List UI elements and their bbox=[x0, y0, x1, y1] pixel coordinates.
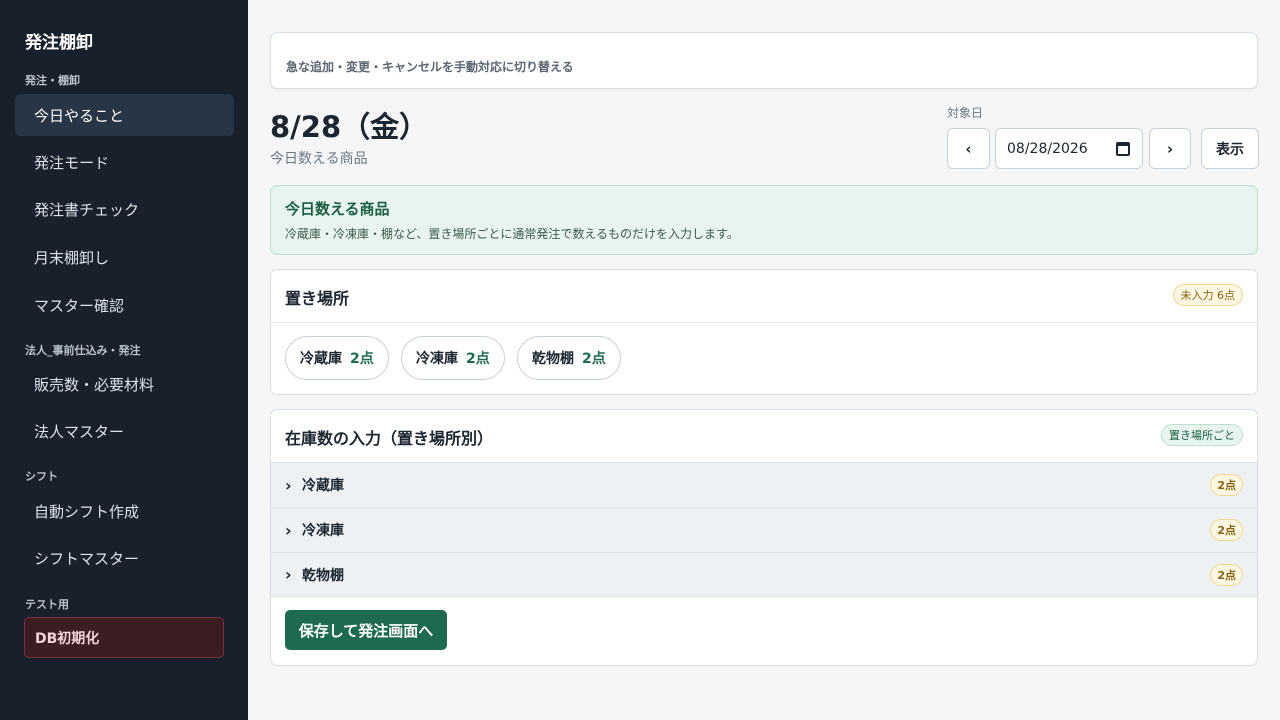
page-subtitle: 今日数える商品 bbox=[270, 151, 368, 167]
info-callout: 今日数える商品 冷蔵庫・冷凍庫・棚など、置き場所ごとに通常発注で数えるものだけを… bbox=[270, 185, 1258, 255]
section-label-corporate: 法人_事前仕込み・発注 bbox=[25, 344, 141, 357]
location-chip-fridge[interactable]: 冷蔵庫 2点 bbox=[285, 336, 389, 380]
app-brand: 発注棚卸 bbox=[25, 33, 93, 53]
manual-handling-notice[interactable]: 急な追加・変更・キャンセルを手動対応に切り替える bbox=[270, 32, 1258, 89]
location-chip-dry-shelf[interactable]: 乾物棚 2点 bbox=[517, 336, 621, 380]
accordion-count-badge: 2点 bbox=[1210, 474, 1243, 496]
accordion-label: 冷蔵庫 bbox=[302, 478, 344, 494]
accordion-row-fridge[interactable]: › 冷蔵庫 2点 bbox=[271, 462, 1257, 507]
target-date-input[interactable]: 08/28/2026 bbox=[995, 128, 1143, 169]
sidebar: 発注棚卸 発注・棚卸 今日やること 発注モード 発注書チェック 月末棚卸し マス… bbox=[0, 0, 248, 720]
info-title: 今日数える商品 bbox=[285, 200, 390, 218]
sidebar-item-order-check[interactable]: 発注書チェック bbox=[15, 188, 234, 230]
accordion-count-badge: 2点 bbox=[1210, 519, 1243, 541]
date-value: 08/28/2026 bbox=[1007, 140, 1088, 157]
sidebar-item-month-end-inventory[interactable]: 月末棚卸し bbox=[15, 236, 234, 278]
save-and-go-order-button[interactable]: 保存して発注画面へ bbox=[285, 610, 447, 650]
calendar-icon[interactable] bbox=[1116, 142, 1130, 156]
sidebar-item-master-check[interactable]: マスター確認 bbox=[15, 284, 234, 326]
sidebar-item-sales-materials[interactable]: 販売数・必要材料 bbox=[15, 363, 234, 405]
sidebar-item-order-mode[interactable]: 発注モード bbox=[15, 141, 234, 183]
sidebar-item-auto-shift[interactable]: 自動シフト作成 bbox=[15, 490, 234, 532]
accordion-label: 冷凍庫 bbox=[302, 523, 344, 539]
next-date-button[interactable]: › bbox=[1149, 128, 1191, 169]
sidebar-item-shift-master[interactable]: シフトマスター bbox=[15, 537, 234, 579]
uninput-count-badge: 未入力 6点 bbox=[1172, 284, 1243, 306]
accordion-count-badge: 2点 bbox=[1210, 563, 1243, 586]
card-divider bbox=[271, 322, 1257, 323]
chip-name: 乾物棚 bbox=[532, 351, 574, 367]
sidebar-item-today[interactable]: 今日やること bbox=[15, 94, 234, 136]
stock-input-card: 在庫数の入力（置き場所別） 置き場所ごと › 冷蔵庫 2点 › 冷凍庫 2点 ›… bbox=[270, 409, 1258, 666]
locations-title: 置き場所 bbox=[285, 289, 350, 308]
per-location-badge: 置き場所ごと bbox=[1161, 424, 1243, 446]
chip-count: 2点 bbox=[582, 351, 606, 367]
notice-text: 急な追加・変更・キャンセルを手動対応に切り替える bbox=[286, 60, 574, 74]
locations-card: 置き場所 未入力 6点 冷蔵庫 2点 冷凍庫 2点 乾物棚 2点 bbox=[270, 269, 1258, 395]
page-title: 8/28（金） bbox=[270, 110, 429, 144]
chevron-right-icon: › bbox=[285, 475, 292, 495]
db-reset-button[interactable]: DB初期化 bbox=[24, 617, 224, 658]
section-label-ordering: 発注・棚卸 bbox=[25, 74, 80, 87]
show-button[interactable]: 表示 bbox=[1201, 128, 1259, 169]
accordion-row-freezer[interactable]: › 冷凍庫 2点 bbox=[271, 507, 1257, 552]
chip-count: 2点 bbox=[466, 351, 490, 367]
accordion-label: 乾物棚 bbox=[302, 567, 344, 584]
sidebar-item-corporate-master[interactable]: 法人マスター bbox=[15, 410, 234, 452]
section-label-shift: シフト bbox=[25, 470, 58, 483]
chip-name: 冷蔵庫 bbox=[300, 351, 342, 367]
chip-name: 冷凍庫 bbox=[416, 351, 458, 367]
stock-input-title: 在庫数の入力（置き場所別） bbox=[285, 429, 494, 448]
section-label-test: テスト用 bbox=[25, 598, 69, 611]
target-date-label: 対象日 bbox=[947, 106, 984, 120]
accordion-row-dry-shelf[interactable]: › 乾物棚 2点 bbox=[271, 552, 1257, 597]
location-chip-freezer[interactable]: 冷凍庫 2点 bbox=[401, 336, 505, 380]
chip-count: 2点 bbox=[350, 351, 374, 367]
chevron-right-icon: › bbox=[285, 565, 292, 584]
main-content: 急な追加・変更・キャンセルを手動対応に切り替える 8/28（金） 今日数える商品… bbox=[248, 0, 1280, 720]
info-description: 冷蔵庫・冷凍庫・棚など、置き場所ごとに通常発注で数えるものだけを入力します。 bbox=[285, 227, 739, 241]
prev-date-button[interactable]: ‹ bbox=[947, 128, 990, 169]
chevron-right-icon: › bbox=[285, 520, 292, 540]
